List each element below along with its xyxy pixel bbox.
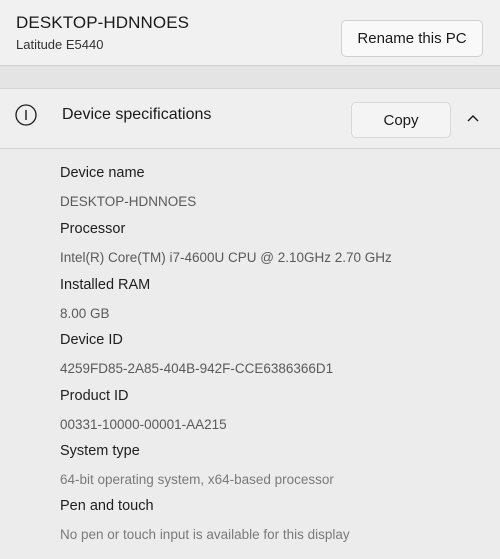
device-summary-card: DESKTOP-HDNNOES Latitude E5440 Rename th… bbox=[0, 0, 500, 66]
chevron-up-icon bbox=[466, 111, 480, 128]
spec-label: Installed RAM bbox=[60, 277, 151, 293]
spec-value: 64-bit operating system, x64-based proce… bbox=[60, 472, 334, 487]
spec-label: Device name bbox=[60, 165, 145, 181]
spec-label: Device ID bbox=[60, 332, 123, 348]
spec-label: Pen and touch bbox=[60, 498, 154, 514]
spec-value: Intel(R) Core(TM) i7-4600U CPU @ 2.10GHz… bbox=[60, 250, 392, 265]
pc-name: DESKTOP-HDNNOES bbox=[16, 13, 190, 32]
device-specifications-header[interactable]: Device specifications Copy bbox=[0, 89, 500, 149]
spec-value: 8.00 GB bbox=[60, 306, 110, 321]
pc-model: Latitude E5440 bbox=[16, 37, 104, 52]
rename-pc-button[interactable]: Rename this PC bbox=[341, 20, 483, 57]
spec-label: System type bbox=[60, 443, 140, 459]
spec-value: DESKTOP-HDNNOES bbox=[60, 194, 197, 209]
device-specifications-title: Device specifications bbox=[62, 106, 212, 123]
device-specifications-card: Device specifications Copy Device name D… bbox=[0, 88, 500, 559]
copy-button[interactable]: Copy bbox=[351, 102, 451, 138]
collapse-button[interactable] bbox=[459, 105, 487, 133]
spec-value: 00331-10000-00001-AA215 bbox=[60, 417, 227, 432]
spec-label: Processor bbox=[60, 221, 126, 237]
info-icon bbox=[14, 103, 38, 127]
spec-label: Product ID bbox=[60, 388, 129, 404]
spec-value: No pen or touch input is available for t… bbox=[60, 527, 350, 542]
section-gap bbox=[0, 66, 500, 88]
spec-value: 4259FD85-2A85-404B-942F-CCE6386366D1 bbox=[60, 361, 334, 376]
